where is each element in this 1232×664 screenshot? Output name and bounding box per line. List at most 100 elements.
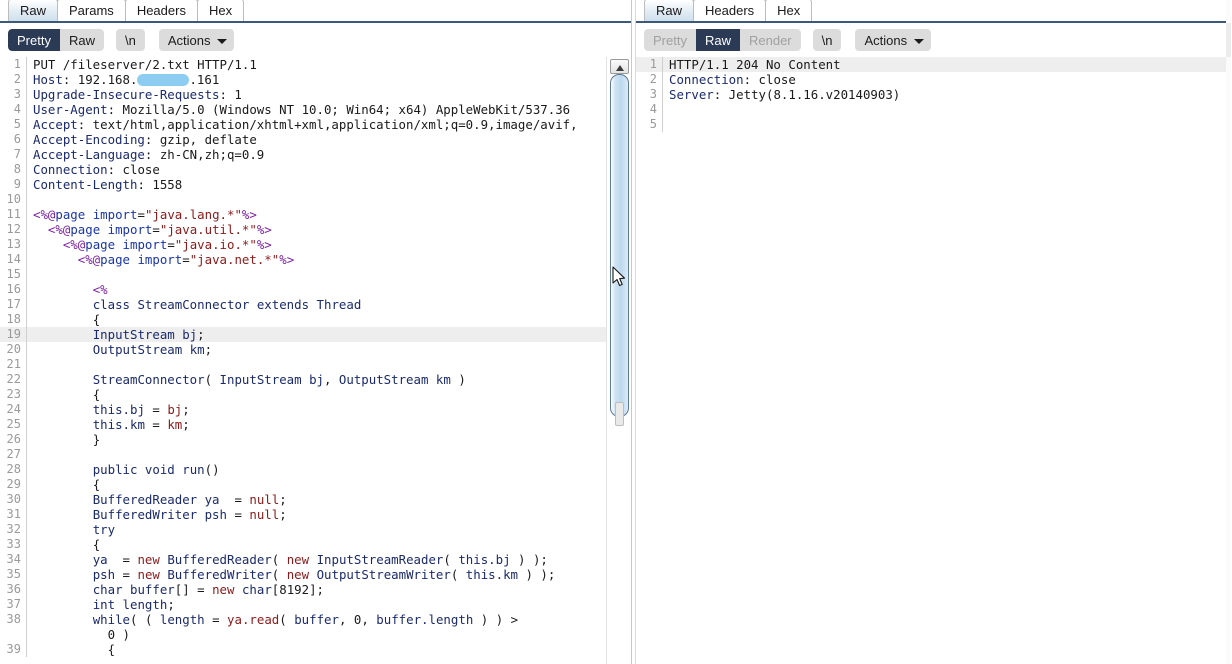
code-row[interactable]: 6 Accept-Encoding: gzip, deflate [0, 132, 606, 147]
code-row[interactable]: 28 public void run() [0, 462, 606, 477]
request-scroll-thumb[interactable] [610, 74, 629, 417]
code-row[interactable]: 19 InputStream bj; [0, 327, 606, 342]
response-raw-button[interactable]: Raw [695, 29, 740, 51]
response-tab-hex[interactable]: Hex [765, 0, 813, 21]
code-row[interactable]: 26 } [0, 432, 606, 447]
code-row[interactable]: 1 HTTP/1.1 204 No Content [636, 57, 1231, 72]
code-row[interactable]: 1 PUT /fileserver/2.txt HTTP/1.1 [0, 57, 606, 72]
code-row[interactable]: 21 [0, 357, 606, 372]
code-row[interactable]: 36 char buffer[] = new char[8192]; [0, 582, 606, 597]
code-row[interactable]: 27 [0, 447, 606, 462]
request-actions-button[interactable]: Actions [158, 29, 235, 51]
request-pretty-button[interactable]: Pretty [8, 29, 60, 51]
request-format-group: Pretty Raw [8, 29, 104, 51]
response-actions-button[interactable]: Actions [855, 29, 932, 51]
code-row[interactable]: 29 { [0, 477, 606, 492]
code-line: { [107, 642, 116, 657]
request-tab-headers[interactable]: Headers [124, 0, 198, 21]
code-row[interactable]: 30 BufferedReader ya = null; [0, 492, 606, 507]
line-number: 32 [6, 522, 21, 536]
line-number: 26 [6, 432, 21, 446]
code-row[interactable]: 4 User-Agent: Mozilla/5.0 (Windows NT 10.… [0, 102, 606, 117]
gutter-separator [26, 312, 27, 327]
request-raw-button[interactable]: Raw [59, 29, 104, 51]
request-newline-button[interactable]: \n [115, 29, 145, 51]
line-number: 17 [6, 297, 21, 311]
right-edge-strip [1226, 0, 1231, 664]
code-row[interactable]: 12 <%@page import="java.util.*"%> [0, 222, 606, 237]
response-pretty-button[interactable]: Pretty [644, 29, 696, 51]
response-newline-button[interactable]: \n [812, 29, 842, 51]
request-tabstrip: Raw Params Headers Hex [0, 0, 631, 23]
request-editor[interactable]: 1 PUT /fileserver/2.txt HTTP/1.1 2 Host: 19… [0, 57, 606, 664]
request-vertical-scrollbar[interactable] [606, 57, 631, 664]
code-row[interactable]: 3 Server: Jetty(8.1.16.v20140903) [636, 87, 1231, 102]
code-row[interactable]: 11 <%@page import="java.lang.*"%> [0, 207, 606, 222]
code-row[interactable]: 17 class StreamConnector extends Thread [0, 297, 606, 312]
gutter-separator [662, 57, 663, 72]
line-number: 5 [649, 117, 657, 131]
code-row[interactable]: 7 Accept-Language: zh-CN,zh;q=0.9 [0, 147, 606, 162]
line-number: 8 [13, 162, 21, 176]
gutter-separator [662, 72, 663, 87]
code-row[interactable]: 5 [636, 117, 1231, 132]
gutter-separator [26, 237, 27, 252]
code-row[interactable]: 3 Upgrade-Insecure-Requests: 1 [0, 87, 606, 102]
code-row[interactable]: 14 <%@page import="java.net.*"%> [0, 252, 606, 267]
request-tab-raw[interactable]: Raw [8, 0, 59, 21]
line-number: 39 [6, 642, 21, 656]
gutter-separator [26, 627, 27, 642]
code-row[interactable]: 31 BufferedWriter psh = null; [0, 507, 606, 522]
code-row[interactable]: 22 StreamConnector( InputStream bj, Outp… [0, 372, 606, 387]
code-row[interactable]: 25 this.km = km; [0, 417, 606, 432]
gutter-separator [26, 162, 27, 177]
code-row[interactable]: 13 <%@page import="java.io.*"%> [0, 237, 606, 252]
response-tab-headers[interactable]: Headers [693, 0, 767, 21]
code-row[interactable]: 15 [0, 267, 606, 282]
response-render-button[interactable]: Render [739, 29, 801, 51]
request-editor-wrap: 1 PUT /fileserver/2.txt HTTP/1.1 2 Host: 19… [0, 57, 631, 664]
code-row[interactable]: 8 Connection: close [0, 162, 606, 177]
code-line: Connection: close [669, 72, 796, 87]
code-row[interactable]: 5 Accept: text/html,application/xhtml+xml… [0, 117, 606, 132]
code-row[interactable]: 33 { [0, 537, 606, 552]
code-row[interactable]: 32 try [0, 522, 606, 537]
code-line: { [92, 312, 101, 327]
code-row[interactable]: 34 ya = new BufferedReader( new InputStr… [0, 552, 606, 567]
gutter-separator [26, 267, 27, 282]
gutter-separator [26, 567, 27, 582]
code-row[interactable]: 38 while( ( length = ya.read( buffer, 0,… [0, 612, 606, 627]
line-number: 29 [6, 477, 21, 491]
response-tab-raw[interactable]: Raw [644, 0, 695, 21]
code-row[interactable]: 16 <% [0, 282, 606, 297]
response-panel: Raw Headers Hex Pretty Raw Render \n Act… [636, 0, 1231, 664]
code-row[interactable]: 10 [0, 192, 606, 207]
gutter-separator [26, 87, 27, 102]
code-line: try [92, 522, 116, 537]
response-editor[interactable]: 1 HTTP/1.1 204 No Content 2 Connection: clo… [636, 57, 1231, 664]
code-row[interactable]: 9 Content-Length: 1558 [0, 177, 606, 192]
code-line: User-Agent: Mozilla/5.0 (Windows NT 10.0… [33, 102, 571, 117]
code-row[interactable]: 2 Host: 192.168. .161 [0, 72, 606, 87]
gutter-separator [26, 402, 27, 417]
code-row[interactable]: 24 this.bj = bj; [0, 402, 606, 417]
gutter-separator [26, 342, 27, 357]
code-row[interactable]: 23 { [0, 387, 606, 402]
request-scroll-marker [615, 402, 624, 426]
code-row[interactable]: 35 psh = new BufferedWriter( new OutputS… [0, 567, 606, 582]
gutter-separator [26, 522, 27, 537]
code-line: Upgrade-Insecure-Requests: 1 [33, 87, 242, 102]
code-row[interactable]: 39 { [0, 642, 606, 657]
line-number: 1 [13, 57, 21, 71]
code-row[interactable]: 4 [636, 102, 1231, 117]
scroll-up-arrow-icon[interactable] [610, 59, 629, 74]
request-tab-hex[interactable]: Hex [196, 0, 245, 21]
code-row[interactable]: 2 Connection: close [636, 72, 1231, 87]
request-tab-params[interactable]: Params [57, 0, 126, 21]
gutter-separator [662, 117, 663, 132]
code-row[interactable]: 0 ) [0, 627, 606, 642]
code-row[interactable]: 37 int length; [0, 597, 606, 612]
code-row[interactable]: 18 { [0, 312, 606, 327]
code-row[interactable]: 20 OutputStream km; [0, 342, 606, 357]
gutter-separator [26, 642, 27, 657]
